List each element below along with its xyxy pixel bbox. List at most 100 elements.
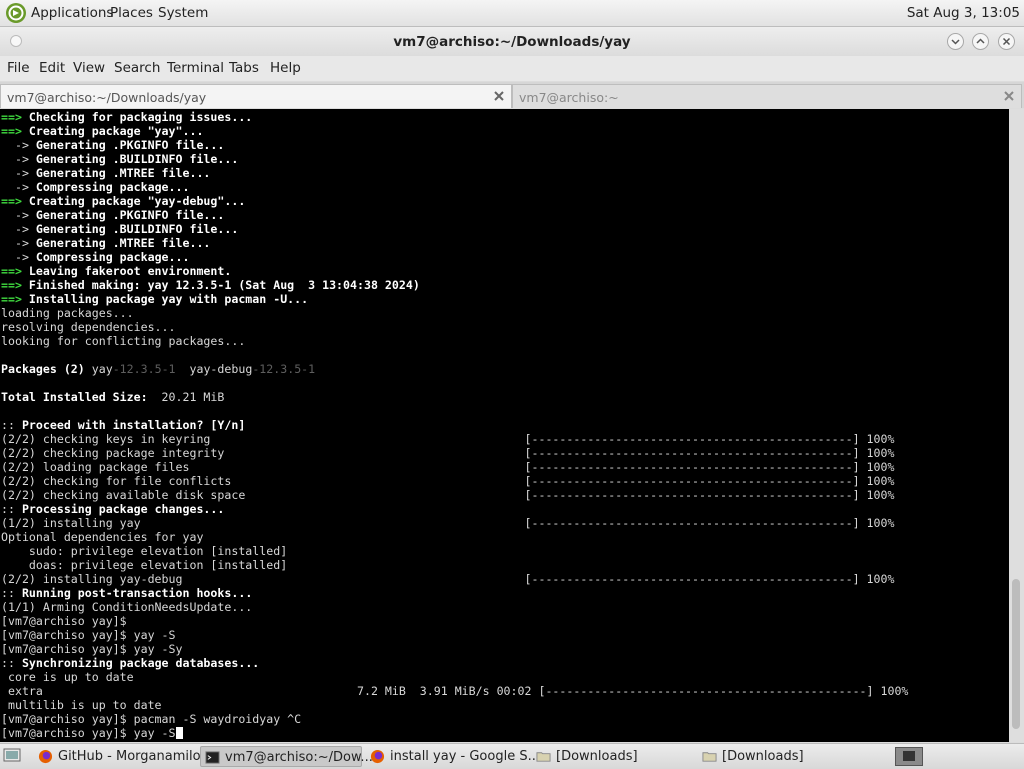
folder-icon	[702, 752, 717, 762]
terminal-text: yay	[91, 362, 113, 376]
terminal-text: Generating .BUILDINFO file...	[35, 152, 239, 166]
terminal-text: core is up to date	[1, 670, 134, 684]
terminal-text: (2/2) checking available disk space [---…	[1, 488, 895, 502]
close-button[interactable]	[998, 33, 1015, 50]
terminal-text: ->	[1, 180, 36, 194]
terminal-text: ==>	[1, 124, 29, 138]
terminal-scrollbar[interactable]	[1009, 109, 1024, 742]
terminal-text: -12.3.5-1	[112, 362, 176, 376]
terminal-text: Leaving fakeroot environment.	[28, 264, 232, 278]
terminal-line: (2/2) installing yay-debug [------------…	[1, 572, 908, 586]
terminal-line: Optional dependencies for yay	[1, 530, 908, 544]
terminal-line: (2/2) checking for file conflicts [-----…	[1, 474, 908, 488]
terminal-text: Running post-transaction hooks...	[21, 586, 253, 600]
terminal-text: [vm7@archiso yay]$ pacman -S waydroidyay…	[1, 712, 302, 726]
terminal-text: ::	[1, 586, 22, 600]
terminal-line: (2/2) checking package integrity [------…	[1, 446, 908, 460]
terminal-text: Finished making: yay 12.3.5-1 (Sat Aug 3…	[28, 278, 420, 292]
menu-edit[interactable]: Edit	[39, 60, 65, 76]
terminal-line: multilib is up to date	[1, 698, 908, 712]
terminal-text: Generating .BUILDINFO file...	[35, 222, 239, 236]
terminal-text: looking for conflicting packages...	[1, 334, 246, 348]
menu-view[interactable]: View	[73, 60, 105, 76]
terminal-line: -> Generating .BUILDINFO file...	[1, 152, 908, 166]
menu-help[interactable]: Help	[270, 60, 301, 76]
terminal-line: ==> Creating package "yay-debug"...	[1, 194, 908, 208]
tab-close-icon[interactable]	[492, 89, 506, 103]
window-titlebar[interactable]: vm7@archiso:~/Downloads/yay	[0, 27, 1024, 56]
applications-menu[interactable]: Applications	[31, 5, 113, 21]
terminal-line: Packages (2) yay-12.3.5-1 yay-debug-12.3…	[1, 362, 908, 376]
terminal-view[interactable]: ==> Checking for packaging issues... ==> …	[0, 109, 1009, 742]
terminal-text: Processing package changes...	[21, 502, 225, 516]
terminal-text: ->	[1, 138, 36, 152]
tab-close-icon[interactable]	[1002, 89, 1016, 103]
terminal-text: Creating package "yay-debug"...	[28, 194, 246, 208]
task-downloads-2[interactable]: [Downloads]	[698, 746, 860, 767]
terminal-text: ->	[1, 166, 36, 180]
menu-search[interactable]: Search	[114, 60, 160, 76]
menu-terminal[interactable]: Terminal	[167, 60, 224, 76]
window-title: vm7@archiso:~/Downloads/yay	[393, 34, 631, 50]
clock[interactable]: Sat Aug 3, 13:05	[907, 5, 1020, 21]
terminal-text: yay-debug	[175, 362, 253, 376]
scrollbar-thumb[interactable]	[1012, 579, 1020, 729]
terminal-line: (2/2) checking keys in keyring [--------…	[1, 432, 908, 446]
terminal-icon	[205, 751, 220, 764]
terminal-line: -> Compressing package...	[1, 250, 908, 264]
terminal-text: Packages (2)	[1, 362, 92, 376]
terminal-text: (2/2) checking keys in keyring [--------…	[1, 432, 895, 446]
tab-downloads-yay[interactable]: vm7@archiso:~/Downloads/yay	[0, 84, 512, 108]
terminal-text: doas: privilege elevation [installed]	[1, 558, 288, 572]
task-terminal[interactable]: vm7@archiso:~/Dow...	[200, 746, 373, 767]
terminal-text: ::	[1, 502, 22, 516]
terminal-output: ==> Checking for packaging issues... ==> …	[1, 110, 908, 740]
terminal-text: Optional dependencies for yay	[1, 530, 204, 544]
terminal-text: ::	[1, 656, 22, 670]
task-label: install yay - Google S...	[390, 749, 540, 764]
terminal-text: ::	[1, 418, 22, 432]
terminal-text: ==>	[1, 110, 29, 124]
terminal-text: -12.3.5-1	[252, 362, 316, 376]
terminal-line: sudo: privilege elevation [installed]	[1, 544, 908, 558]
terminal-line: :: Synchronizing package databases...	[1, 656, 908, 670]
maximize-button[interactable]	[972, 33, 989, 50]
terminal-text: extra 7.2 MiB 3.91 MiB/s 00:02 [--------…	[1, 684, 909, 698]
terminal-line: :: Running post-transaction hooks...	[1, 586, 908, 600]
task-label: vm7@archiso:~/Dow...	[225, 750, 373, 765]
terminal-line: [vm7@archiso yay]$ yay -S	[1, 628, 908, 642]
terminal-text: loading packages...	[1, 306, 134, 320]
terminal-text: (2/2) checking for file conflicts [-----…	[1, 474, 895, 488]
workspace-switcher-icon[interactable]	[895, 747, 923, 766]
terminal-line: -> Generating .BUILDINFO file...	[1, 222, 908, 236]
terminal-line: :: Processing package changes...	[1, 502, 908, 516]
menu-file[interactable]: File	[7, 60, 30, 76]
show-desktop-icon[interactable]	[3, 748, 21, 764]
terminal-line: ==> Checking for packaging issues...	[1, 110, 908, 124]
task-github[interactable]: GitHub - Morganamilo...	[34, 746, 213, 767]
terminal-menubar: File Edit View Search Terminal Tabs Help	[0, 56, 1024, 81]
terminal-line: -> Compressing package...	[1, 180, 908, 194]
system-menu[interactable]: System	[158, 5, 208, 21]
terminal-text: Compressing package...	[35, 180, 190, 194]
places-menu[interactable]: Places	[110, 5, 153, 21]
menu-tabs[interactable]: Tabs	[229, 60, 259, 76]
terminal-line: Total Installed Size: 20.21 MiB	[1, 390, 908, 404]
terminal-text: [vm7@archiso yay]$ yay -Sy	[1, 642, 183, 656]
tab-home[interactable]: vm7@archiso:~	[512, 84, 1022, 108]
terminal-line: doas: privilege elevation [installed]	[1, 558, 908, 572]
terminal-text: Checking for packaging issues...	[28, 110, 253, 124]
task-downloads-1[interactable]: [Downloads]	[532, 746, 694, 767]
terminal-line: [vm7@archiso yay]$ pacman -S waydroidyay…	[1, 712, 908, 726]
terminal-text: (2/2) installing yay-debug [------------…	[1, 572, 895, 586]
mate-logo-icon[interactable]	[5, 2, 27, 24]
task-google[interactable]: install yay - Google S...	[366, 746, 540, 767]
folder-icon	[536, 752, 551, 762]
close-icon	[1002, 37, 1011, 46]
terminal-text: (2/2) loading package files [-----------…	[1, 460, 895, 474]
minimize-button[interactable]	[947, 33, 964, 50]
terminal-text: [vm7@archiso yay]$	[1, 614, 127, 628]
terminal-text: multilib is up to date	[1, 698, 162, 712]
terminal-text: resolving dependencies...	[1, 320, 176, 334]
